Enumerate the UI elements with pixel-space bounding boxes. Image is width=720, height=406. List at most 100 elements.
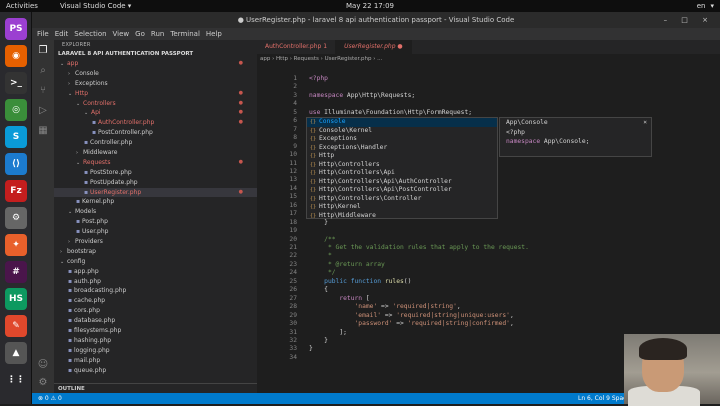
tab-userregister[interactable]: UserRegister.php ● (336, 40, 412, 54)
extensions-icon[interactable]: ▦ (36, 124, 50, 138)
code-line[interactable]: use Illuminate\Foundation\Http\FormReque… (309, 109, 472, 116)
file-item[interactable]: ▪ auth.php (54, 277, 257, 287)
file-item[interactable]: ▪ hashing.php (54, 336, 257, 346)
code-line[interactable]: 'password' => 'required|string|confirmed… (309, 320, 514, 327)
system-tray[interactable]: en ▾ (697, 0, 714, 12)
folder-item[interactable]: › Providers (54, 237, 257, 247)
app-icon[interactable]: ▲ (5, 342, 27, 364)
menu-run[interactable]: Run (148, 28, 167, 40)
code-line[interactable]: { (309, 286, 328, 293)
suggestion-item[interactable]: {} Http\Controllers\Controller (307, 195, 497, 204)
file-item[interactable]: ▪ User.php (54, 227, 257, 237)
code-line[interactable]: /** (309, 236, 335, 243)
file-item[interactable]: ▪ PostStore.php (54, 168, 257, 178)
suggestion-item[interactable]: {} Http\Controllers (307, 161, 497, 170)
file-item[interactable]: ▪ logging.php (54, 346, 257, 356)
window-controls[interactable]: – □ × (664, 12, 714, 28)
problems-indicator[interactable]: ⊗ 0 ⚠ 0 (38, 393, 62, 404)
folder-item[interactable]: › Console (54, 69, 257, 79)
file-item[interactable]: ▪ queue.php (54, 366, 257, 376)
file-item[interactable]: ▪ UserRegister.php ● (54, 187, 257, 198)
file-item[interactable]: ▪ app.php (54, 267, 257, 277)
clock[interactable]: May 22 17:09 (340, 0, 400, 12)
pen-icon[interactable]: ✎ (5, 315, 27, 337)
file-item[interactable]: ▪ Kernel.php (54, 197, 257, 207)
explorer-icon[interactable]: ❐ (36, 44, 50, 58)
close-icon[interactable]: × (643, 119, 647, 126)
file-item[interactable]: ▪ cors.php (54, 306, 257, 316)
code-line[interactable]: ]; (309, 329, 347, 336)
folder-item[interactable]: ⌄ app ● (54, 59, 257, 69)
language-indicator[interactable]: en (697, 0, 706, 12)
suggestion-item[interactable]: {} Exceptions (307, 135, 497, 144)
file-item[interactable]: ▪ AuthController.php ● (54, 118, 257, 128)
app-menu[interactable]: Visual Studio Code ▾ (60, 0, 131, 12)
file-item[interactable]: ▪ database.php (54, 316, 257, 326)
file-item[interactable]: ▪ Controller.php (54, 138, 257, 148)
folder-item[interactable]: ⌄ Http ● (54, 89, 257, 99)
debug-icon[interactable]: ▷ (36, 104, 50, 118)
suggestion-item[interactable]: {} Http\Middleware (307, 212, 497, 221)
suggestion-item[interactable]: {} Http\Kernel (307, 203, 497, 212)
code-line[interactable]: } (309, 345, 313, 352)
folder-item[interactable]: ⌄ Api ● (54, 108, 257, 118)
suggestion-item[interactable]: {} Console (307, 118, 497, 127)
slack-icon[interactable]: # (5, 261, 27, 283)
folder-item[interactable]: ⌄ Models (54, 207, 257, 217)
suggestion-item[interactable]: {} Http\Controllers\Api (307, 169, 497, 178)
menu-help[interactable]: Help (203, 28, 225, 40)
tray-menu-icon[interactable]: ▾ (710, 0, 714, 12)
account-icon[interactable]: ☺ (36, 358, 50, 372)
code-line[interactable]: <?php (309, 75, 328, 82)
code-line[interactable]: public function rules() (309, 278, 411, 285)
project-name[interactable]: LARAVEL 8 API AUTHENTICATION PASSPORT (54, 50, 257, 59)
folder-item[interactable]: ⌄ config (54, 257, 257, 267)
breadcrumb[interactable]: app › Http › Requests › UserRegister.php… (257, 54, 720, 64)
folder-item[interactable]: ⌄ Controllers ● (54, 99, 257, 109)
phpstorm-icon[interactable]: PS (5, 18, 27, 40)
suggestion-item[interactable]: {} Console\Kernel (307, 127, 497, 136)
code-line[interactable]: * (309, 252, 332, 259)
file-item[interactable]: ▪ Post.php (54, 217, 257, 227)
folder-item[interactable]: › bootstrap (54, 247, 257, 257)
menu-file[interactable]: File (34, 28, 52, 40)
code-line[interactable]: return [ (309, 295, 369, 302)
terminal-icon[interactable]: >_ (5, 72, 27, 94)
menu-go[interactable]: Go (132, 28, 148, 40)
source-control-icon[interactable]: ⑂ (36, 84, 50, 98)
code-line[interactable]: * Get the validation rules that apply to… (309, 244, 529, 251)
filezilla-icon[interactable]: Fz (5, 180, 27, 202)
tab-authcontroller[interactable]: AuthController.php 1 (257, 40, 337, 54)
file-item[interactable]: ▪ cache.php (54, 296, 257, 306)
menu-view[interactable]: View (110, 28, 133, 40)
file-item[interactable]: ▪ PostUpdate.php (54, 178, 257, 188)
search-icon[interactable]: ⌕ (36, 64, 50, 78)
folder-item[interactable]: › Middleware (54, 148, 257, 158)
file-item[interactable]: ▪ filesystems.php (54, 326, 257, 336)
skype-icon[interactable]: S (5, 126, 27, 148)
menu-selection[interactable]: Selection (71, 28, 109, 40)
suggestion-item[interactable]: {} Exceptions\Handler (307, 144, 497, 153)
chrome-icon[interactable]: ◎ (5, 99, 27, 121)
file-item[interactable]: ▪ mail.php (54, 356, 257, 366)
apps-grid-icon[interactable]: ⋮⋮ (5, 369, 27, 391)
code-line[interactable]: namespace App\Http\Requests; (309, 92, 415, 99)
postman-icon[interactable]: ✦ (5, 234, 27, 256)
hs-icon[interactable]: HS (5, 288, 27, 310)
suggestion-item[interactable]: {} Http\Controllers\Api\PostController (307, 186, 497, 195)
vscode-icon[interactable]: ⟨⟩ (5, 153, 27, 175)
folder-item[interactable]: › Exceptions (54, 79, 257, 89)
activities-button[interactable]: Activities (6, 0, 38, 12)
code-line[interactable]: 'email' => 'required|string|unique:users… (309, 312, 514, 319)
outline-section[interactable]: OUTLINE (54, 383, 257, 393)
code-line[interactable]: * @return array (309, 261, 385, 268)
file-item[interactable]: ▪ PostController.php (54, 128, 257, 138)
menu-edit[interactable]: Edit (52, 28, 72, 40)
folder-item[interactable]: ⌄ Requests ● (54, 158, 257, 168)
firefox-icon[interactable]: ◉ (5, 45, 27, 67)
code-line[interactable]: 'name' => 'required|string', (309, 303, 461, 310)
suggestion-item[interactable]: {} Http\Controllers\Api\AuthController (307, 178, 497, 187)
suggestion-item[interactable]: {} Http (307, 152, 497, 161)
file-item[interactable]: ▪ broadcasting.php (54, 286, 257, 296)
code-line[interactable]: } (309, 337, 328, 344)
